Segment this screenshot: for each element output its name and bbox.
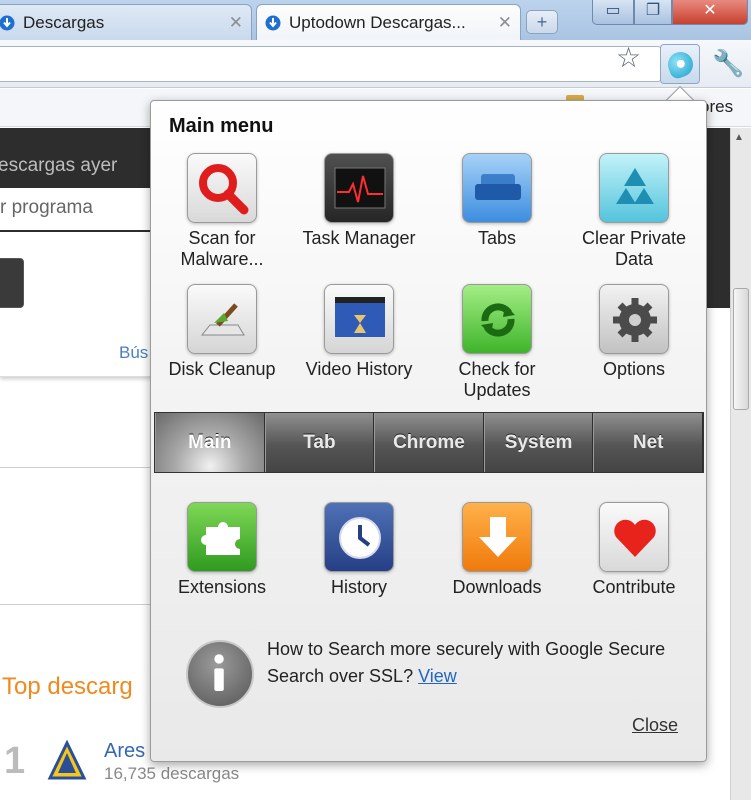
recycle-icon xyxy=(599,153,669,223)
disk-cleanup-button[interactable]: Disk Cleanup xyxy=(154,284,290,380)
extension-logo-icon xyxy=(664,48,697,81)
tile-label: Disk Cleanup xyxy=(168,359,276,379)
tile-label: Extensions xyxy=(177,577,267,597)
tile-label: Contribute xyxy=(592,577,676,597)
tile-label: History xyxy=(330,577,387,597)
address-bar[interactable] xyxy=(0,46,661,82)
tile-label: Task Manager xyxy=(302,228,416,248)
check-updates-button[interactable]: Check for Updates xyxy=(429,284,565,401)
clock-icon xyxy=(324,502,394,572)
tile-label: Check for Updates xyxy=(458,359,536,400)
tile-label: Downloads xyxy=(452,577,542,597)
maximize-button[interactable]: ❐ xyxy=(634,0,672,25)
app-downloads-count: 16,735 descargas xyxy=(104,764,240,783)
tile-label: Options xyxy=(602,359,666,379)
puzzle-icon xyxy=(187,502,257,572)
page-search-input[interactable]: r programa xyxy=(0,188,171,230)
scrollbar-thumb[interactable] xyxy=(733,288,749,410)
new-tab-button[interactable]: + xyxy=(526,10,558,34)
bookmark-star-icon[interactable]: ☆ xyxy=(616,41,641,74)
refresh-arrows-icon xyxy=(462,284,532,354)
tabs-button[interactable]: Tabs xyxy=(429,153,565,249)
main-menu-popup: Main menu Scan for Malware... Task Manag… xyxy=(150,100,707,762)
page-scrollbar[interactable]: ▲ xyxy=(730,128,751,800)
tile-label: Video History xyxy=(305,359,413,379)
tab-system[interactable]: System xyxy=(483,413,594,472)
tab-main[interactable]: Main xyxy=(155,413,265,472)
video-history-button[interactable]: Video History xyxy=(291,284,427,380)
clear-private-data-button[interactable]: Clear Private Data xyxy=(566,153,702,270)
tile-label: Clear Private Data xyxy=(581,228,687,269)
page-top-heading: Top descarg xyxy=(2,673,133,700)
tab-close-icon[interactable]: ✕ xyxy=(498,13,512,33)
task-manager-icon xyxy=(324,153,394,223)
ares-logo-icon[interactable] xyxy=(46,740,88,782)
extensions-button[interactable]: Extensions xyxy=(154,502,290,598)
tab-title: Descargas xyxy=(23,12,105,32)
tabs-icon xyxy=(462,153,532,223)
history-button[interactable]: History xyxy=(291,502,427,598)
contribute-button[interactable]: Contribute xyxy=(566,502,702,598)
category-tabbar: Main Tab Chrome System Net xyxy=(154,412,704,473)
tab-close-icon[interactable]: ✕ xyxy=(229,13,243,33)
tab-net[interactable]: Net xyxy=(593,413,703,472)
gear-icon xyxy=(599,284,669,354)
tip-message: How to Search more securely with Google … xyxy=(267,639,666,686)
browser-tab-descargas[interactable]: Descargas ✕ xyxy=(0,4,252,40)
tab-title: Uptodown Descargas... xyxy=(289,12,466,32)
page-dark-button[interactable] xyxy=(0,258,24,308)
browser-toolbar: ☆ 🔧 xyxy=(0,40,751,88)
broom-icon xyxy=(187,284,257,354)
tile-label: Scan for Malware... xyxy=(180,228,264,269)
extension-button[interactable] xyxy=(660,44,700,84)
clapperboard-icon xyxy=(324,284,394,354)
tab-chrome[interactable]: Chrome xyxy=(374,413,484,472)
downloads-button[interactable]: Downloads xyxy=(429,502,565,598)
info-icon xyxy=(186,640,254,708)
close-window-button[interactable]: ✕ xyxy=(672,0,748,25)
tip-text: How to Search more securely with Google … xyxy=(267,636,687,690)
scroll-up-icon[interactable]: ▲ xyxy=(734,132,744,143)
uptodown-favicon-icon xyxy=(265,15,281,30)
tab-tab[interactable]: Tab xyxy=(264,413,375,472)
tip-view-link[interactable]: View xyxy=(418,666,457,686)
page-search-link[interactable]: Bús xyxy=(119,343,148,363)
heart-icon xyxy=(599,502,669,572)
popup-title: Main menu xyxy=(169,115,274,137)
magnifier-icon xyxy=(187,153,257,223)
app-name-link[interactable]: Ares xyxy=(104,740,145,763)
scan-malware-button[interactable]: Scan for Malware... xyxy=(154,153,290,270)
tile-label: Tabs xyxy=(477,228,517,248)
task-manager-button[interactable]: Task Manager xyxy=(291,153,427,249)
divider xyxy=(0,467,152,468)
uptodown-favicon-icon xyxy=(0,15,15,30)
close-popup-link[interactable]: Close xyxy=(632,715,678,736)
options-button[interactable]: Options xyxy=(566,284,702,380)
tab-strip: Descargas ✕ Uptodown Descargas... ✕ + ▭ … xyxy=(0,0,751,40)
minimize-button[interactable]: ▭ xyxy=(592,0,634,25)
rank-number: 1 xyxy=(4,740,26,782)
divider xyxy=(0,604,152,605)
download-arrow-icon xyxy=(462,502,532,572)
browser-tab-uptodown[interactable]: Uptodown Descargas... ✕ xyxy=(256,4,521,40)
page-downloads-yesterday: escargas ayer xyxy=(0,155,118,176)
wrench-menu-icon[interactable]: 🔧 xyxy=(712,48,744,79)
